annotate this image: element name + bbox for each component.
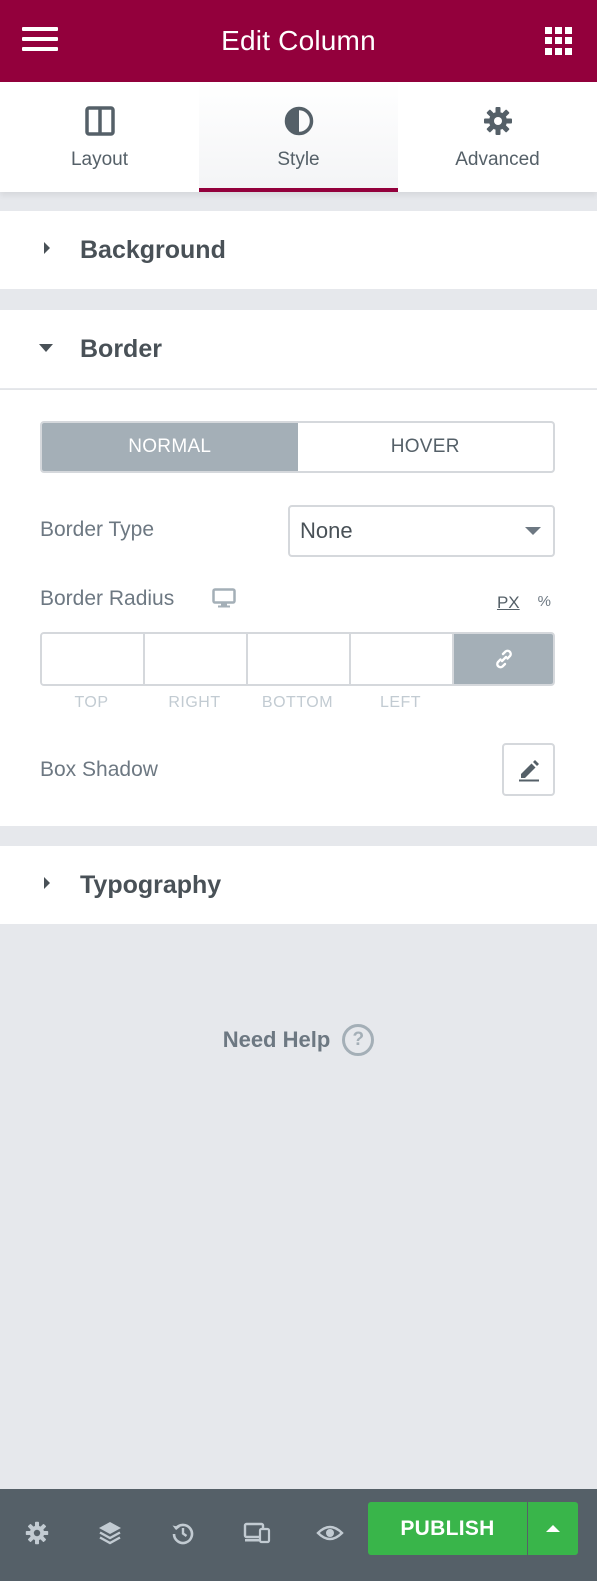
unit-switcher: PX % [497, 593, 551, 613]
editor-panel: Edit Column Layout Style Advanced Backgr… [0, 0, 597, 1581]
state-toggle: NORMAL HOVER [40, 421, 555, 473]
tab-layout[interactable]: Layout [0, 82, 199, 192]
dim-label-right: RIGHT [168, 694, 221, 711]
layers-icon[interactable] [90, 1513, 130, 1553]
radius-bottom-input[interactable] [248, 634, 351, 684]
tab-advanced[interactable]: Advanced [398, 82, 597, 192]
box-shadow-edit-button[interactable] [502, 743, 555, 796]
link-values-button[interactable] [454, 634, 553, 684]
radius-top-input[interactable] [42, 634, 145, 684]
tab-label: Layout [70, 149, 129, 170]
unit-percent[interactable]: % [538, 593, 551, 613]
select-value: None [300, 518, 353, 543]
section-title: Typography [80, 870, 222, 899]
section-typography-header[interactable]: Typography [0, 846, 597, 924]
widgets-grid-icon[interactable] [545, 27, 573, 55]
responsive-icon[interactable] [237, 1513, 277, 1553]
caret-right-icon [42, 876, 52, 895]
publish-button[interactable]: PUBLISH [368, 1502, 527, 1555]
section-border-header[interactable]: Border [0, 310, 597, 388]
hamburger-menu-icon[interactable] [22, 27, 58, 55]
caret-right-icon [42, 241, 52, 260]
box-shadow-label: Box Shadow [40, 758, 158, 781]
section-title: Border [80, 334, 162, 363]
preview-eye-icon[interactable] [310, 1513, 350, 1553]
tab-label: Advanced [455, 149, 540, 170]
radius-dimensions [40, 632, 555, 686]
tab-label: Style [277, 149, 320, 170]
border-type-select[interactable]: None [288, 505, 555, 557]
panel-footer: PUBLISH [0, 1489, 597, 1581]
link-icon [495, 649, 512, 669]
pencil-icon [518, 759, 539, 781]
help-label: Need Help [222, 1027, 331, 1052]
radius-right-input[interactable] [145, 634, 248, 684]
panel-title: Edit Column [221, 25, 376, 56]
publish-options-button[interactable] [528, 1502, 578, 1555]
history-icon[interactable] [163, 1513, 203, 1553]
border-type-label: Border Type [40, 518, 155, 541]
border-radius-label: Border Radius [40, 587, 175, 610]
dim-label-top: TOP [74, 694, 109, 711]
border-section-body: NORMAL HOVER Border Type None Border Rad… [0, 389, 597, 826]
unit-px[interactable]: PX [497, 593, 520, 613]
section-title: Background [80, 235, 226, 264]
hover-tab[interactable]: HOVER [298, 423, 554, 471]
tab-style[interactable]: Style [199, 82, 398, 192]
radius-left-input[interactable] [351, 634, 454, 684]
normal-tab[interactable]: NORMAL [42, 423, 298, 471]
radius-dimension-labels: TOP RIGHT BOTTOM LEFT [40, 694, 452, 712]
chevron-down-icon [525, 527, 541, 535]
caret-up-icon [546, 1525, 560, 1532]
columns-icon [84, 103, 115, 139]
desktop-icon[interactable] [212, 588, 236, 613]
panel-tabs: Layout Style Advanced [0, 82, 597, 192]
question-circle-icon: ? [342, 1024, 375, 1056]
contrast-icon [284, 103, 314, 139]
dim-label-bottom: BOTTOM [261, 694, 334, 711]
section-background-header[interactable]: Background [0, 211, 597, 289]
panel-header: Edit Column [0, 0, 597, 82]
gear-icon [483, 103, 513, 139]
need-help-link[interactable]: Need Help ? [0, 1024, 597, 1056]
settings-icon[interactable] [17, 1513, 57, 1553]
dim-label-left: LEFT [379, 694, 422, 711]
caret-down-icon [38, 340, 54, 358]
